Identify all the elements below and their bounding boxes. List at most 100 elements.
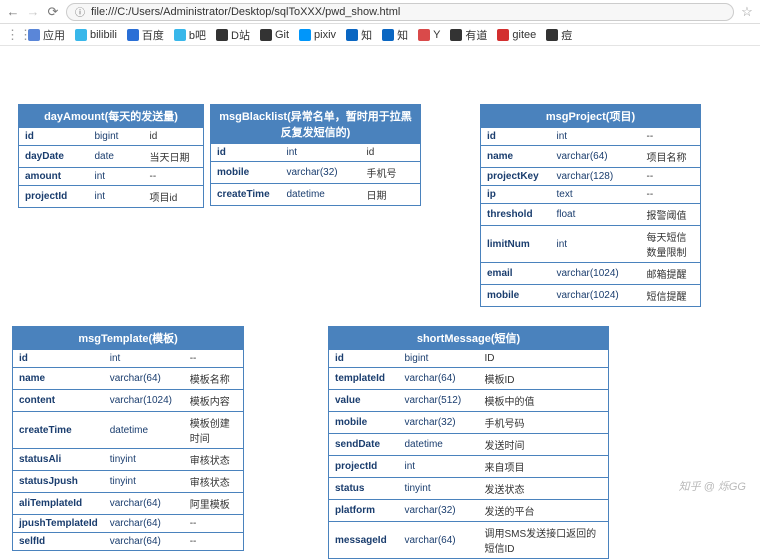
watermark: 知乎 @ 烁GG (679, 478, 746, 494)
bookmark-label: 有道 (465, 27, 487, 43)
field-name: createTime (211, 184, 281, 206)
bookmark-item[interactable]: Y (418, 29, 440, 41)
field-type: varchar(64) (551, 146, 641, 168)
star-icon[interactable]: ☆ (740, 4, 754, 20)
table-row: statusAlitinyint审核状态 (13, 449, 244, 471)
field-name: id (211, 144, 281, 162)
bookmark-item[interactable]: 应用 (28, 27, 65, 43)
field-type: int (399, 456, 479, 478)
bookmark-item[interactable]: b吧 (174, 27, 206, 43)
table-row: amountint-- (19, 168, 204, 186)
apps-icon[interactable]: ⋮⋮⋮ (6, 27, 20, 43)
db-table: dayAmount(每天的发送量)idbigintiddayDatedate当天… (18, 104, 204, 208)
db-table: shortMessage(短信)idbigintIDtemplateIdvarc… (328, 326, 609, 559)
table-row: projectIdint来自项目 (329, 456, 609, 478)
field-type: varchar(64) (104, 515, 184, 533)
field-comment: 发送的平台 (479, 500, 609, 522)
field-type: varchar(1024) (551, 285, 641, 307)
field-type: int (89, 186, 144, 208)
field-type: bigint (399, 350, 479, 368)
field-comment: 每天短信数量限制 (641, 226, 701, 263)
bookmark-item[interactable]: 知 (346, 27, 372, 43)
field-name: content (13, 390, 104, 412)
field-comment: 发送状态 (479, 478, 609, 500)
table-row: messageIdvarchar(64)调用SMS发送接口返回的短信ID (329, 522, 609, 559)
table-row: iptext-- (481, 186, 701, 204)
field-name: id (13, 350, 104, 368)
field-name: dayDate (19, 146, 89, 168)
field-type: float (551, 204, 641, 226)
bookmark-item[interactable]: 痘 (546, 27, 572, 43)
table-row: namevarchar(64)项目名称 (481, 146, 701, 168)
bookmark-item[interactable]: D站 (216, 27, 250, 43)
table-row: templateIdvarchar(64)模板ID (329, 368, 609, 390)
bookmark-icon (299, 29, 311, 41)
field-type: varchar(32) (399, 412, 479, 434)
address-bar[interactable]: ⓘ file:///C:/Users/Administrator/Desktop… (66, 3, 734, 21)
bookmark-item[interactable]: gitee (497, 29, 536, 41)
bookmark-item[interactable]: bilibili (75, 29, 117, 41)
table-row: projectIdint项目id (19, 186, 204, 208)
field-name: mobile (211, 162, 281, 184)
field-comment: ID (479, 350, 609, 368)
field-comment: 报警阈值 (641, 204, 701, 226)
field-name: messageId (329, 522, 399, 559)
field-name: projectId (329, 456, 399, 478)
field-name: templateId (329, 368, 399, 390)
url-text: file:///C:/Users/Administrator/Desktop/s… (91, 6, 400, 18)
table-row: jpushTemplateIdvarchar(64)-- (13, 515, 244, 533)
bookmark-icon (346, 29, 358, 41)
bookmark-label: bilibili (90, 29, 117, 41)
table-row: idbigintid (19, 128, 204, 146)
bookmark-label: 应用 (43, 27, 65, 43)
db-table: msgBlacklist(异常名单，暂时用于拉黑反复发短信的)idintidmo… (210, 104, 421, 206)
field-name: platform (329, 500, 399, 522)
bookmark-icon (174, 29, 186, 41)
field-type: varchar(512) (399, 390, 479, 412)
field-type: varchar(64) (399, 368, 479, 390)
table-row: mobilevarchar(32)手机号码 (329, 412, 609, 434)
bookmark-item[interactable]: 百度 (127, 27, 164, 43)
field-comment: 当天日期 (144, 146, 204, 168)
bookmark-icon (382, 29, 394, 41)
field-name: selfId (13, 533, 104, 551)
field-name: jpushTemplateId (13, 515, 104, 533)
bookmark-item[interactable]: 知 (382, 27, 408, 43)
field-name: status (329, 478, 399, 500)
bookmark-label: gitee (512, 29, 536, 41)
table-row: thresholdfloat报警阈值 (481, 204, 701, 226)
field-type: int (281, 144, 361, 162)
table-row: selfIdvarchar(64)-- (13, 533, 244, 551)
table-row: createTimedatetime日期 (211, 184, 421, 206)
field-comment: 短信提醒 (641, 285, 701, 307)
table-title: msgProject(项目) (481, 105, 701, 128)
bookmark-item[interactable]: pixiv (299, 29, 336, 41)
db-table: msgTemplate(模板)idint--namevarchar(64)模板名… (12, 326, 244, 551)
table-row: createTimedatetime模板创建时间 (13, 412, 244, 449)
field-type: varchar(64) (399, 522, 479, 559)
back-button[interactable]: ← (6, 4, 20, 19)
table-title: msgBlacklist(异常名单，暂时用于拉黑反复发短信的) (211, 105, 421, 144)
table-row: idint-- (481, 128, 701, 146)
table-row: aliTemplateIdvarchar(64)阿里模板 (13, 493, 244, 515)
field-name: value (329, 390, 399, 412)
bookmark-icon (497, 29, 509, 41)
field-comment: id (144, 128, 204, 146)
reload-button[interactable]: ⟳ (46, 4, 60, 20)
bookmark-label: 痘 (561, 27, 572, 43)
table-row: namevarchar(64)模板名称 (13, 368, 244, 390)
bookmark-icon (546, 29, 558, 41)
field-name: id (19, 128, 89, 146)
bookmark-label: 知 (361, 27, 372, 43)
field-type: tinyint (104, 449, 184, 471)
bookmark-label: 知 (397, 27, 408, 43)
field-type: varchar(64) (104, 533, 184, 551)
forward-button[interactable]: → (26, 4, 40, 19)
bookmark-item[interactable]: 有道 (450, 27, 487, 43)
bookmark-item[interactable]: Git (260, 29, 289, 41)
field-comment: 审核状态 (184, 471, 244, 493)
table-row: statusJpushtinyint审核状态 (13, 471, 244, 493)
field-comment: -- (144, 168, 204, 186)
field-name: email (481, 263, 551, 285)
field-name: ip (481, 186, 551, 204)
